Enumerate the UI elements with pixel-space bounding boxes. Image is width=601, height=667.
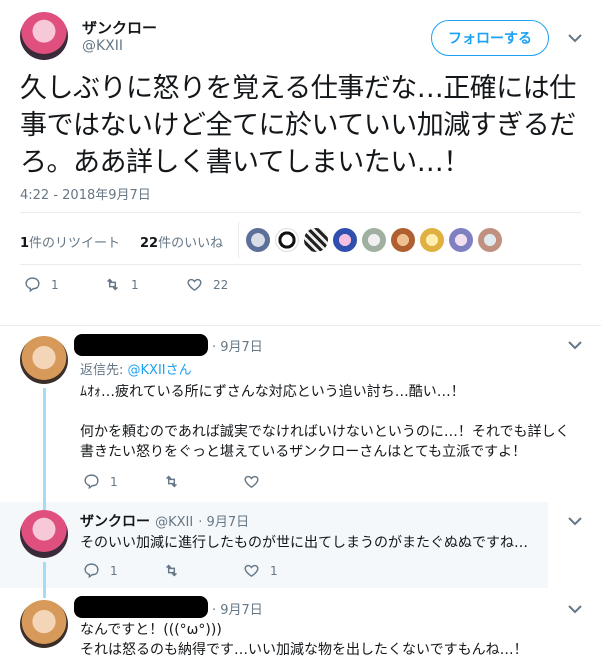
retweet-icon xyxy=(107,278,118,291)
like-count: 22 xyxy=(213,277,229,292)
retweet-icon xyxy=(166,475,177,488)
section-divider xyxy=(0,325,601,326)
liker-avatar[interactable] xyxy=(275,228,299,252)
author-avatar[interactable] xyxy=(20,12,68,60)
redacted-name xyxy=(74,596,208,618)
heart-icon xyxy=(187,278,202,292)
like-stat-label: 件のいいね xyxy=(158,236,224,251)
liker-avatar[interactable] xyxy=(391,228,415,252)
liker-avatar[interactable] xyxy=(478,228,502,252)
reply-to-prefix: 返信先: xyxy=(80,363,128,378)
retweet-count: 1 xyxy=(131,277,139,292)
reply-to-line: 返信先: @KXIIさん xyxy=(80,359,192,378)
chevron-down-icon[interactable] xyxy=(566,600,584,618)
reply-text-line: 何かを頼むのであれば誠実でなければいけないというのに…！それでも詳しく xyxy=(80,424,570,440)
reply-date[interactable]: · 9月7日 xyxy=(212,599,263,618)
retweet-action[interactable] xyxy=(163,473,180,490)
retweet-stat-label: 件のリツイート xyxy=(29,236,121,251)
author-handle[interactable]: @KXII xyxy=(82,38,123,54)
like-action[interactable]: 1 xyxy=(243,562,278,579)
thread-line xyxy=(43,562,46,598)
like-count: 1 xyxy=(270,563,278,578)
heart-icon xyxy=(244,475,259,489)
tweet-text: 久しぶりに怒りを覚える仕事だな…正確には仕事ではないけど全てに於いていい加減すぎ… xyxy=(20,73,576,178)
thread-line xyxy=(43,388,46,502)
chevron-down-icon[interactable] xyxy=(566,29,584,47)
reply-icon xyxy=(84,474,99,490)
retweet-icon xyxy=(166,564,177,577)
stats-separator xyxy=(238,222,239,258)
reply-count: 1 xyxy=(51,277,59,292)
heart-icon xyxy=(244,564,259,578)
like-stat[interactable]: 22件のいいね xyxy=(140,232,223,251)
chevron-down-icon[interactable] xyxy=(566,512,584,530)
liker-avatar[interactable] xyxy=(304,228,328,252)
tweet-timestamp[interactable]: 4:22 - 2018年9月7日 xyxy=(20,184,151,203)
reply-date[interactable]: · 9月7日 xyxy=(198,515,249,530)
follow-button[interactable]: フォローする xyxy=(431,20,549,56)
reply-date[interactable]: · 9月7日 xyxy=(212,336,263,355)
author-name[interactable]: ザンクロー xyxy=(82,17,157,38)
retweet-action[interactable] xyxy=(163,562,180,579)
retweet-stat-count: 1 xyxy=(20,236,30,251)
reply-count: 1 xyxy=(110,474,118,489)
reply-text-line: なんですと！(((°ω°))) xyxy=(80,622,222,638)
retweet-action[interactable]: 1 xyxy=(104,276,139,293)
reply-avatar[interactable] xyxy=(20,510,68,558)
redacted-name xyxy=(74,334,208,356)
reply-author-handle[interactable]: @KXII xyxy=(155,515,193,530)
reply-action[interactable]: 1 xyxy=(83,562,118,579)
reply-to-mention[interactable]: @KXIIさん xyxy=(128,363,192,378)
reply-icon xyxy=(84,563,99,579)
stats-divider-top xyxy=(20,212,581,213)
thread-line xyxy=(43,502,46,510)
like-action[interactable]: 22 xyxy=(186,276,228,293)
reply-icon xyxy=(25,277,40,293)
liker-avatar[interactable] xyxy=(246,228,270,252)
liker-avatar[interactable] xyxy=(333,228,357,252)
reply-text-line: ﾑｵｫ…疲れている所にずさんな対応という追い討ち…酷い…！ xyxy=(80,384,465,400)
reply-avatar[interactable] xyxy=(20,336,68,384)
liker-avatar[interactable] xyxy=(420,228,444,252)
retweet-stat[interactable]: 1件のリツイート xyxy=(20,232,120,251)
reply-action[interactable]: 1 xyxy=(83,473,118,490)
like-stat-count: 22 xyxy=(140,236,159,251)
liker-avatar[interactable] xyxy=(362,228,386,252)
reply-text-line: そのいい加減に進行したものが世に出てしまうのがまたぐぬぬですね… xyxy=(80,535,528,551)
reply-action[interactable]: 1 xyxy=(24,276,59,293)
reply-count: 1 xyxy=(110,563,118,578)
stats-divider-bottom xyxy=(20,264,581,265)
reply-author-name[interactable]: ザンクロー xyxy=(80,514,150,530)
reply-text-line: 書きたい怒りをぐっと堪えているザンクローさんはとても立派ですよ！ xyxy=(80,444,527,460)
reply-header: ザンクロー @KXII · 9月7日 xyxy=(80,511,249,531)
like-action[interactable] xyxy=(243,473,260,490)
reply-text-line: それは怒るのも納得です…いい加減な物を出したくないですもんね…！ xyxy=(80,642,528,658)
reply-avatar[interactable] xyxy=(20,600,68,648)
liker-avatar[interactable] xyxy=(449,228,473,252)
chevron-down-icon[interactable] xyxy=(566,336,584,354)
